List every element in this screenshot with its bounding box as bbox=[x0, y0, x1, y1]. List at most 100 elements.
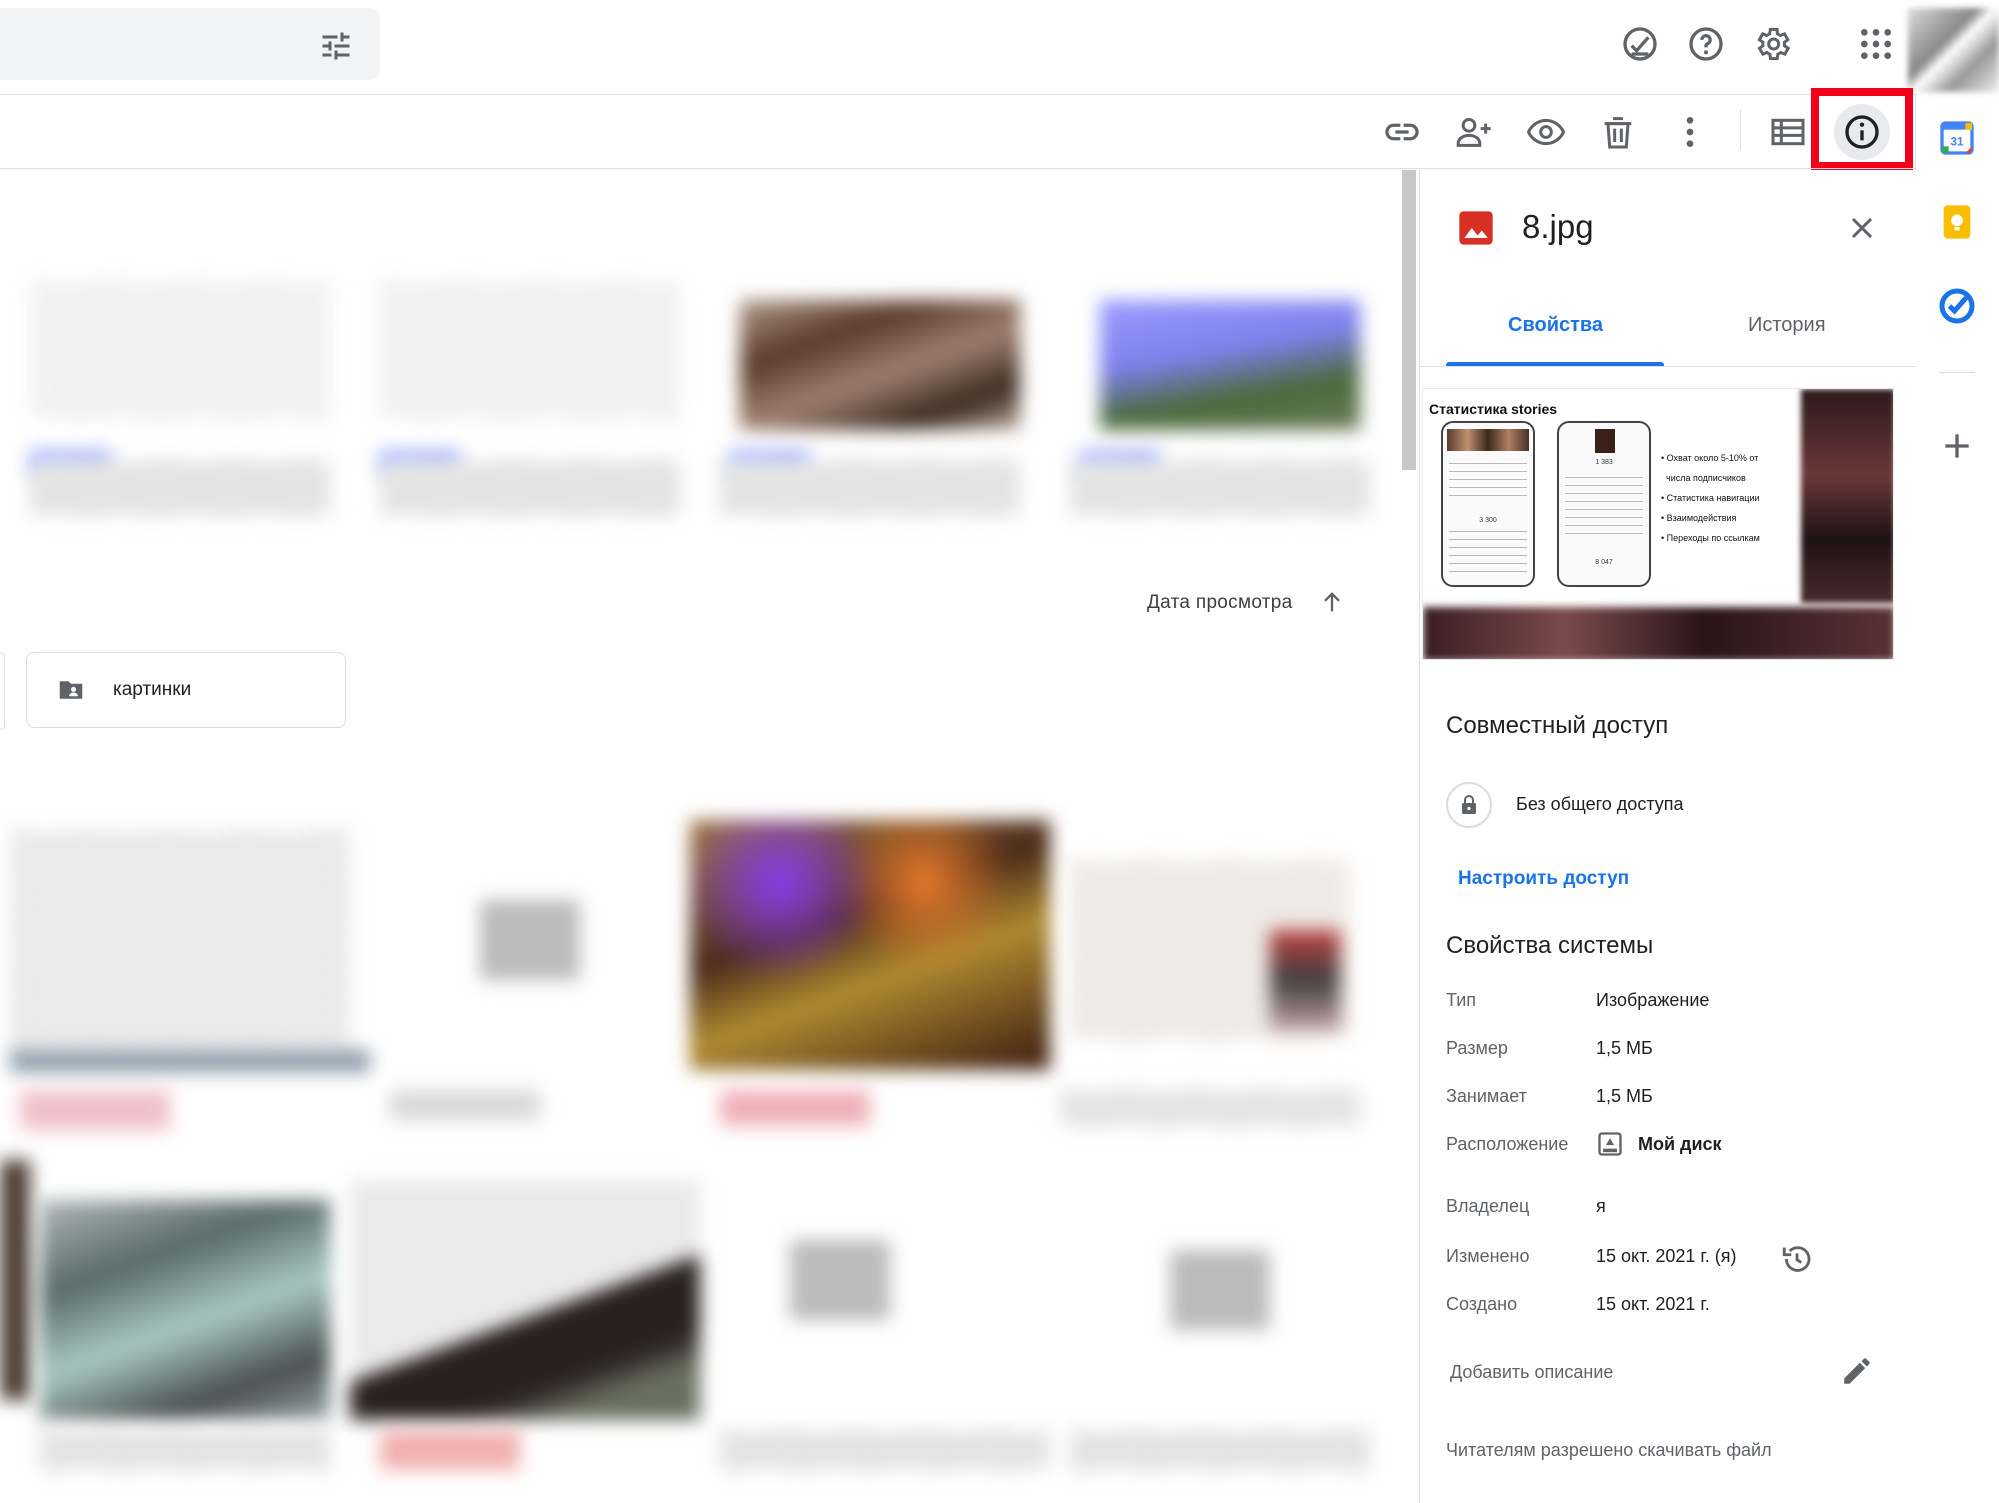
keep-icon[interactable] bbox=[1937, 202, 1977, 242]
prop-value-owner: я bbox=[1596, 1196, 1606, 1216]
get-link-icon[interactable] bbox=[1382, 112, 1422, 152]
file-card[interactable] bbox=[1170, 1250, 1270, 1330]
folder-chip[interactable]: картинки bbox=[26, 652, 346, 728]
close-icon[interactable] bbox=[1844, 210, 1880, 246]
image-file-icon bbox=[1459, 211, 1493, 245]
file-card-label bbox=[390, 1090, 540, 1120]
phone-lines bbox=[1565, 477, 1643, 537]
filter-icon[interactable] bbox=[316, 28, 356, 64]
trash-icon[interactable] bbox=[1598, 112, 1638, 152]
description-field[interactable]: Добавить описание bbox=[1450, 1362, 1613, 1383]
file-card[interactable] bbox=[690, 820, 1050, 1070]
edit-pencil-icon[interactable] bbox=[1840, 1354, 1874, 1388]
access-status: Без общего доступа bbox=[1516, 794, 1684, 814]
calendar-icon[interactable]: 31 bbox=[1937, 118, 1977, 158]
tasks-icon[interactable] bbox=[1937, 286, 1977, 326]
tabs-divider bbox=[1420, 366, 1916, 367]
settings-icon[interactable] bbox=[1752, 24, 1792, 64]
location-link[interactable]: Мой диск bbox=[1638, 1134, 1722, 1155]
prop-label-size: Размер bbox=[1446, 1038, 1508, 1058]
preview-bullet: • Взаимодействия bbox=[1661, 513, 1737, 523]
file-card[interactable] bbox=[740, 300, 1020, 430]
prop-label-storage: Занимает bbox=[1446, 1086, 1527, 1106]
phone-stories-strip bbox=[1447, 429, 1529, 451]
download-permission-note: Читателям разрешено скачивать файл bbox=[1446, 1440, 1772, 1460]
prop-label-location: Расположение bbox=[1446, 1134, 1569, 1154]
tab-properties[interactable]: Свойства bbox=[1508, 314, 1603, 337]
file-card[interactable] bbox=[30, 280, 330, 420]
list-view-icon[interactable] bbox=[1768, 112, 1808, 152]
sort-label[interactable]: Дата просмотра bbox=[1147, 592, 1293, 614]
phone-value: 8 047 bbox=[1595, 559, 1613, 566]
shared-folder-icon bbox=[59, 681, 83, 699]
arrow-up-icon[interactable] bbox=[1318, 588, 1346, 616]
details-panel: 8.jpg Свойства История Статистика storie… bbox=[1419, 170, 1916, 1503]
file-card-label bbox=[1060, 1090, 1360, 1126]
file-card-label bbox=[1070, 1430, 1370, 1470]
help-icon[interactable] bbox=[1686, 24, 1726, 64]
file-card-badge bbox=[380, 1430, 520, 1470]
prop-label-modified: Изменено bbox=[1446, 1246, 1530, 1266]
file-card[interactable] bbox=[350, 1180, 700, 1420]
preview-title: Статистика stories bbox=[1429, 401, 1558, 417]
preview-icon[interactable] bbox=[1526, 112, 1566, 152]
file-card[interactable] bbox=[480, 900, 580, 980]
my-drive-icon bbox=[1598, 1132, 1622, 1156]
prop-label-owner: Владелец bbox=[1446, 1196, 1530, 1216]
file-card-label bbox=[30, 460, 330, 516]
preview-bullet: • Переходы по ссылкам bbox=[1661, 533, 1760, 543]
ready-for-offline-icon[interactable] bbox=[1620, 24, 1660, 64]
svg-text:31: 31 bbox=[1951, 136, 1964, 149]
file-card[interactable] bbox=[0, 1160, 30, 1400]
phone-value: 3 300 bbox=[1479, 517, 1497, 524]
prop-label-created: Создано bbox=[1446, 1294, 1518, 1314]
share-icon[interactable] bbox=[1454, 112, 1494, 152]
prop-value-created: 15 окт. 2021 г. bbox=[1596, 1294, 1710, 1314]
file-card-label bbox=[720, 460, 1020, 516]
file-card[interactable] bbox=[10, 830, 350, 1050]
file-card[interactable] bbox=[380, 280, 680, 420]
configure-access-link[interactable]: Настроить доступ bbox=[1458, 868, 1629, 890]
scrollbar[interactable] bbox=[1402, 170, 1416, 470]
file-card[interactable] bbox=[1100, 300, 1360, 430]
preview-blurred-region bbox=[1801, 389, 1893, 603]
prop-value-size: 1,5 МБ bbox=[1596, 1038, 1653, 1058]
toolbar-separator bbox=[1740, 110, 1741, 150]
rail-separator bbox=[1939, 372, 1975, 373]
system-properties-title: Свойства системы bbox=[1446, 932, 1654, 959]
file-preview[interactable]: Статистика stories 3 300 1 383 8 047 • О… bbox=[1422, 388, 1894, 660]
lock-badge bbox=[1446, 782, 1492, 828]
preview-bullet: • Статистика навигации bbox=[1661, 493, 1760, 503]
phone-value: 1 383 bbox=[1595, 459, 1613, 466]
lock-icon bbox=[1462, 795, 1476, 814]
prop-label-type: Тип bbox=[1446, 990, 1477, 1010]
folder-label: картинки bbox=[113, 679, 192, 700]
more-actions-icon[interactable] bbox=[1670, 112, 1710, 152]
tab-history[interactable]: История bbox=[1748, 314, 1826, 337]
header-divider bbox=[0, 94, 1915, 95]
file-card-label bbox=[380, 460, 680, 516]
apps-grid-icon[interactable] bbox=[1856, 24, 1896, 64]
account-avatar[interactable] bbox=[1908, 8, 1999, 92]
phone-thumb bbox=[1595, 429, 1615, 453]
toolbar-divider bbox=[0, 168, 1915, 169]
phone-lines bbox=[1449, 531, 1527, 577]
file-card-bar bbox=[10, 1050, 370, 1072]
phone-lines bbox=[1449, 463, 1527, 503]
prop-value-modified: 15 окт. 2021 г. (я) bbox=[1596, 1246, 1737, 1266]
preview-bullet: • Охват около 5-10% от bbox=[1661, 453, 1759, 463]
file-card[interactable] bbox=[790, 1240, 890, 1320]
version-history-icon[interactable] bbox=[1780, 1242, 1814, 1276]
preview-phone: 1 383 8 047 bbox=[1557, 421, 1651, 587]
file-card-label bbox=[40, 1430, 330, 1470]
preview-phone: 3 300 bbox=[1441, 421, 1535, 587]
file-name: 8.jpg bbox=[1522, 208, 1594, 245]
folder-chip-partial[interactable] bbox=[0, 652, 5, 730]
file-card-label bbox=[1070, 460, 1370, 516]
highlight-box bbox=[1811, 88, 1913, 170]
file-card[interactable] bbox=[40, 1200, 330, 1420]
add-icon[interactable] bbox=[1937, 426, 1977, 466]
sharing-title: Совместный доступ bbox=[1446, 712, 1669, 739]
file-card-badge bbox=[20, 1090, 170, 1130]
file-card-badge bbox=[720, 1090, 870, 1126]
